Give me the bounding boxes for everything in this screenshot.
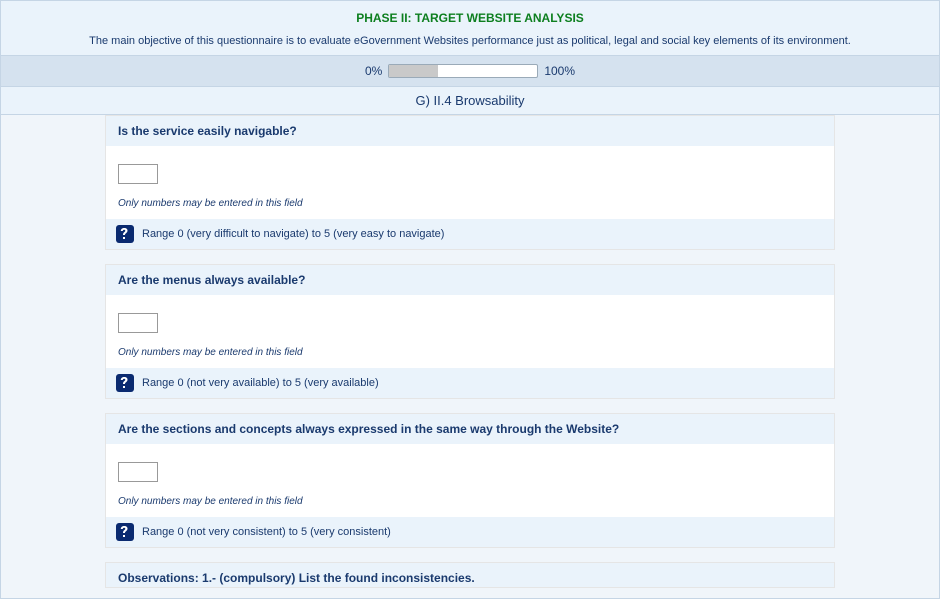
question-input[interactable] <box>118 462 158 482</box>
progress-right-label: 100% <box>544 64 575 78</box>
question-block: Are the sections and concepts always exp… <box>105 413 835 548</box>
help-icon[interactable] <box>116 225 134 243</box>
question-body: Only numbers may be entered in this fiel… <box>106 146 834 219</box>
range-row: Range 0 (very difficult to navigate) to … <box>106 219 834 249</box>
objective-text: The main objective of this questionnaire… <box>21 35 919 47</box>
question-title: Is the service easily navigable? <box>106 116 834 146</box>
progress-section: 0% 100% <box>1 56 939 87</box>
observations-block: Observations: 1.- (compulsory) List the … <box>105 562 835 588</box>
page: PHASE II: TARGET WEBSITE ANALYSIS The ma… <box>0 0 940 599</box>
question-input[interactable] <box>118 313 158 333</box>
range-text: Range 0 (not very available) to 5 (very … <box>142 377 379 389</box>
question-block: Are the menus always available? Only num… <box>105 264 835 399</box>
questions-area: Is the service easily navigable? Only nu… <box>1 115 939 598</box>
help-icon[interactable] <box>116 374 134 392</box>
range-text: Range 0 (not very consistent) to 5 (very… <box>142 526 391 538</box>
progress-fill <box>389 65 438 77</box>
range-text: Range 0 (very difficult to navigate) to … <box>142 228 444 240</box>
phase-title: PHASE II: TARGET WEBSITE ANALYSIS <box>21 11 919 25</box>
question-body: Only numbers may be entered in this fiel… <box>106 295 834 368</box>
question-title: Are the sections and concepts always exp… <box>106 414 834 444</box>
range-row: Range 0 (not very consistent) to 5 (very… <box>106 517 834 547</box>
range-row: Range 0 (not very available) to 5 (very … <box>106 368 834 398</box>
question-hint: Only numbers may be entered in this fiel… <box>118 198 822 209</box>
help-icon[interactable] <box>116 523 134 541</box>
question-title: Are the menus always available? <box>106 265 834 295</box>
observations-title: Observations: 1.- (compulsory) List the … <box>106 563 834 587</box>
question-body: Only numbers may be entered in this fiel… <box>106 444 834 517</box>
progress-left-label: 0% <box>365 64 382 78</box>
question-block: Is the service easily navigable? Only nu… <box>105 115 835 250</box>
question-hint: Only numbers may be entered in this fiel… <box>118 347 822 358</box>
progress-wrap: 0% 100% <box>365 64 575 78</box>
header-section: PHASE II: TARGET WEBSITE ANALYSIS The ma… <box>1 1 939 56</box>
question-input[interactable] <box>118 164 158 184</box>
question-hint: Only numbers may be entered in this fiel… <box>118 496 822 507</box>
section-title: G) II.4 Browsability <box>1 87 939 115</box>
progress-bar <box>388 64 538 78</box>
